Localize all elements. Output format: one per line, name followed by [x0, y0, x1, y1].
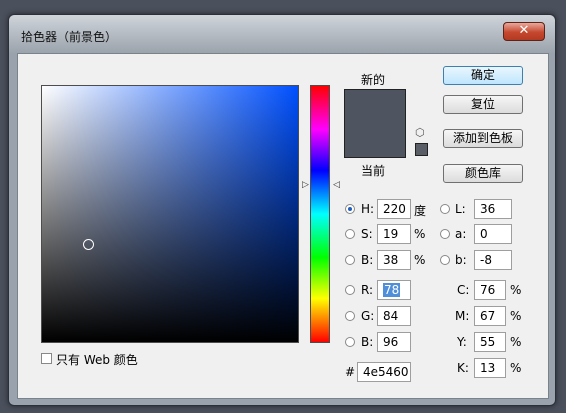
hex-label: # — [345, 365, 356, 379]
g-label: G: — [361, 309, 375, 323]
color-libraries-button[interactable]: 颜色库 — [443, 164, 523, 183]
close-button[interactable]: ✕ — [503, 22, 545, 41]
title-bar[interactable]: 拾色器（前景色） ✕ — [9, 15, 555, 53]
r-radio[interactable] — [345, 285, 355, 295]
m-label: M: — [455, 309, 470, 323]
c-input[interactable]: 76 — [474, 280, 506, 300]
gamut-warning-swatch[interactable] — [415, 143, 428, 156]
b-rgb-label: B: — [361, 335, 374, 349]
l-input[interactable]: 36 — [474, 199, 512, 219]
c-unit: % — [510, 283, 522, 297]
k-label: K: — [457, 361, 469, 375]
window-title: 拾色器（前景色） — [21, 30, 118, 44]
b-hsb-unit: % — [414, 253, 426, 267]
a-input[interactable]: 0 — [474, 224, 512, 244]
y-label: Y: — [457, 335, 467, 349]
r-label: R: — [361, 283, 374, 297]
new-color-swatch — [344, 89, 406, 124]
b-rgb-radio[interactable] — [345, 337, 355, 347]
web-only-checkbox[interactable] — [41, 353, 52, 364]
s-radio[interactable] — [345, 229, 355, 239]
r-input-value: 78 — [383, 283, 401, 297]
color-field-cursor[interactable] — [83, 239, 94, 250]
web-only-label: 只有 Web 颜色 — [56, 353, 138, 367]
h-input[interactable]: 220 — [377, 199, 411, 219]
hue-slider-right-arrow-icon[interactable]: ◁ — [333, 180, 340, 190]
k-input[interactable]: 13 — [474, 358, 506, 378]
y-unit: % — [510, 335, 522, 349]
dialog-body: ▷ ◁ 新的 当前 ⬡ 确定 复位 添加到色板 颜色库 H: 220 度 S: … — [17, 53, 549, 399]
r-input[interactable]: 78 — [377, 280, 411, 300]
add-to-swatches-button[interactable]: 添加到色板 — [443, 129, 523, 148]
current-color-swatch[interactable] — [344, 123, 406, 158]
hue-slider[interactable] — [310, 85, 330, 343]
l-radio[interactable] — [440, 204, 450, 214]
b-lab-input[interactable]: -8 — [474, 250, 512, 270]
hex-input[interactable]: 4e5460 — [357, 362, 411, 382]
y-input[interactable]: 55 — [474, 332, 506, 352]
color-picker-dialog: 拾色器（前景色） ✕ ▷ ◁ 新的 当前 ⬡ 确定 复位 添加到色板 颜色库 H… — [8, 14, 556, 406]
a-radio[interactable] — [440, 229, 450, 239]
c-label: C: — [457, 283, 470, 297]
out-of-gamut-cube-icon[interactable]: ⬡ — [415, 126, 425, 139]
s-unit: % — [414, 227, 426, 241]
new-color-label: 新的 — [361, 73, 386, 87]
reset-button[interactable]: 复位 — [443, 95, 523, 114]
h-unit: 度 — [414, 204, 427, 218]
k-unit: % — [510, 361, 522, 375]
b-rgb-input[interactable]: 96 — [377, 332, 411, 352]
ok-button[interactable]: 确定 — [443, 66, 523, 85]
b-hsb-label: B: — [361, 253, 374, 267]
s-input[interactable]: 19 — [377, 224, 411, 244]
h-label: H: — [361, 202, 375, 216]
b-lab-label: b: — [455, 253, 467, 267]
g-radio[interactable] — [345, 311, 355, 321]
s-label: S: — [361, 227, 373, 241]
b-lab-radio[interactable] — [440, 255, 450, 265]
b-hsb-input[interactable]: 38 — [377, 250, 411, 270]
m-input[interactable]: 67 — [474, 306, 506, 326]
h-radio[interactable] — [345, 204, 355, 214]
hue-slider-left-arrow-icon[interactable]: ▷ — [302, 180, 309, 190]
color-field[interactable] — [41, 85, 299, 343]
g-input[interactable]: 84 — [377, 306, 411, 326]
m-unit: % — [510, 309, 522, 323]
a-label: a: — [455, 227, 467, 241]
current-color-label: 当前 — [361, 164, 386, 178]
l-label: L: — [455, 202, 466, 216]
b-hsb-radio[interactable] — [345, 255, 355, 265]
